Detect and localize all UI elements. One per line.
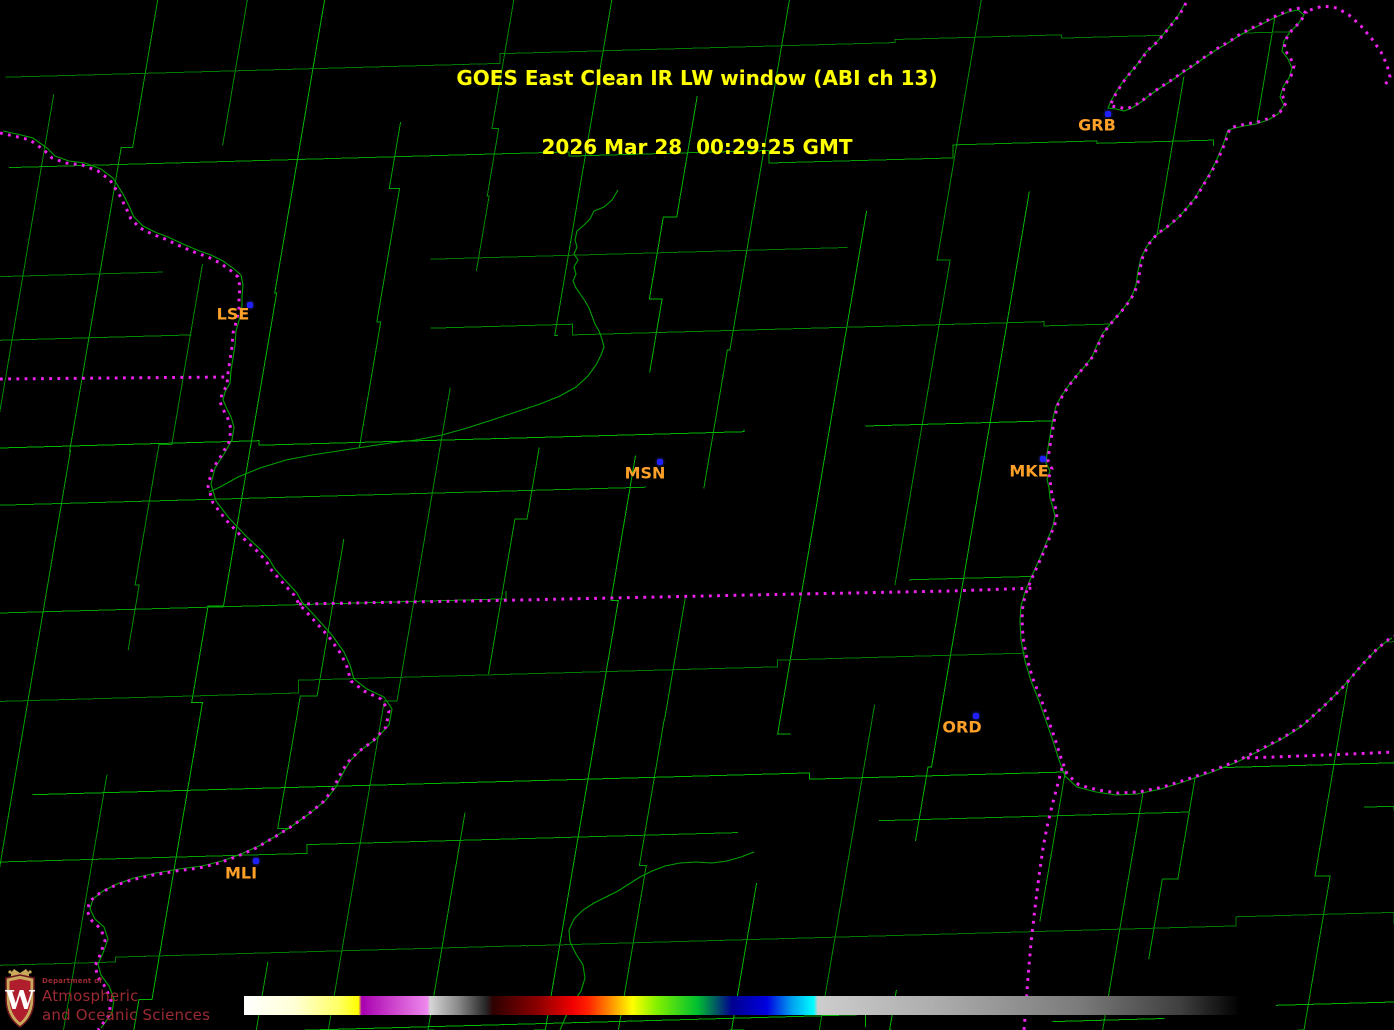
station-dot-grb xyxy=(1105,111,1111,117)
indiana-michigan-border xyxy=(1246,750,1394,760)
logo-dept-line: Department of xyxy=(42,977,103,985)
satellite-map[interactable] xyxy=(0,0,1394,1030)
river-county-line xyxy=(2,130,393,1029)
minnesota-iowa-border xyxy=(0,375,228,381)
county-line xyxy=(729,210,868,1030)
logo-name-line1: Atmospheric xyxy=(42,987,139,1005)
county-line xyxy=(889,191,1030,1030)
station-dot-msn xyxy=(657,459,663,465)
county-line xyxy=(0,94,55,414)
county-line xyxy=(533,95,698,1030)
uw-crest-icon: W xyxy=(4,969,35,1028)
station-dot-lse xyxy=(247,302,253,308)
satellite-image-viewport[interactable]: GOES East Clean IR LW window (ABI ch 13)… xyxy=(0,0,1394,1030)
green-bay-water xyxy=(1110,0,1300,109)
temperature-colorbar xyxy=(244,996,1240,1015)
county-line xyxy=(0,911,1394,966)
county-line xyxy=(0,0,159,869)
county-line xyxy=(8,139,1214,169)
illinois-indiana-border xyxy=(1022,767,1064,1030)
station-dot-ord xyxy=(973,713,979,719)
county-line xyxy=(427,0,613,1030)
wisconsin-river xyxy=(208,189,619,493)
county-line xyxy=(133,0,326,1030)
svg-text:W: W xyxy=(4,986,35,1016)
lake-michigan-water xyxy=(1022,0,1394,793)
logo-name-line2: and Oceanic Sciences xyxy=(42,1006,211,1024)
station-dot-mke xyxy=(1040,456,1046,462)
county-line xyxy=(0,805,1394,863)
station-dot-mli xyxy=(253,858,259,864)
county-line xyxy=(818,0,982,1030)
county-line xyxy=(63,0,248,1030)
mississippi-river-border xyxy=(0,131,391,1030)
uw-aos-logo: W Department of Atmospheric and Oceanic … xyxy=(3,969,210,1030)
